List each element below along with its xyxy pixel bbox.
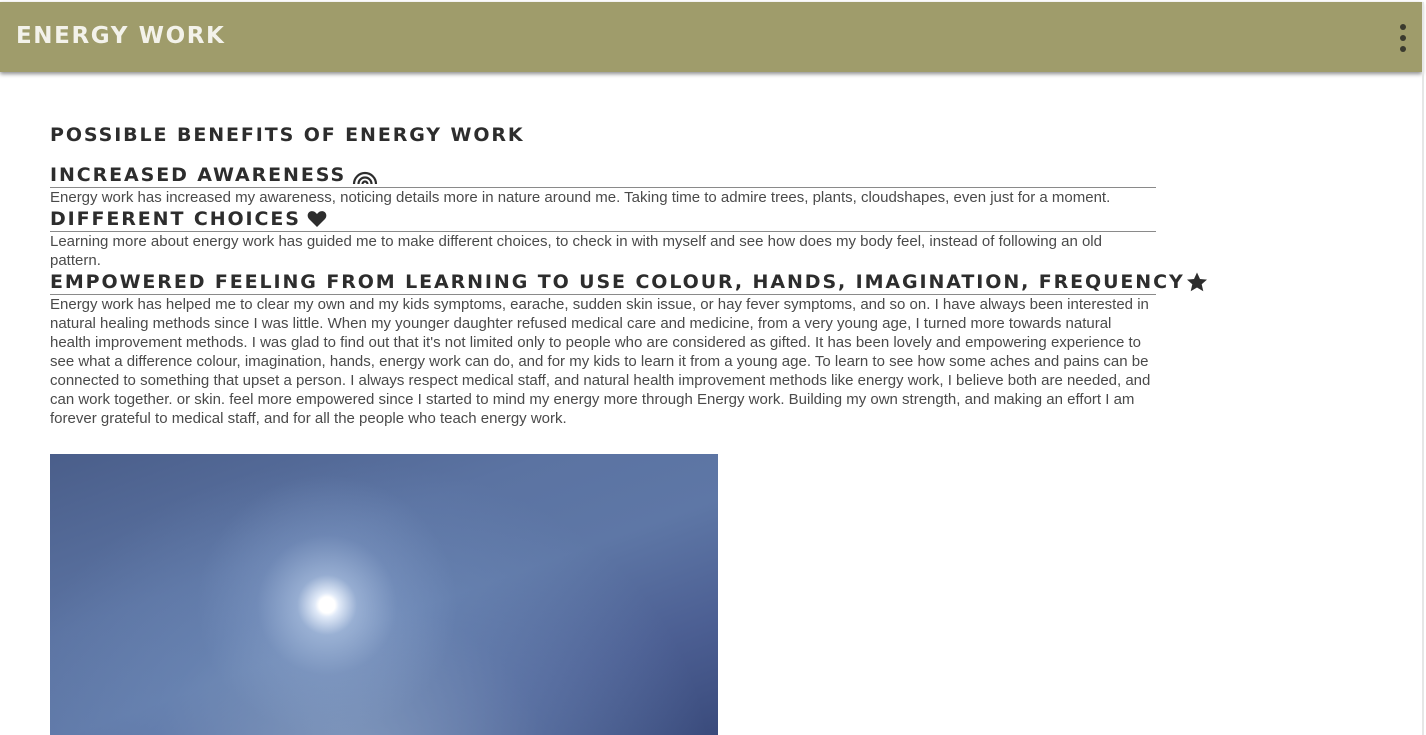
benefit-section: DIFFERENT CHOICES Learning more about en…	[50, 207, 1156, 270]
menu-dot	[1400, 35, 1406, 41]
section-heading: DIFFERENT CHOICES	[50, 207, 1156, 232]
scrollbar-track	[1422, 2, 1424, 735]
menu-dot	[1400, 24, 1406, 30]
section-heading-text: EMPOWERED FEELING FROM LEARNING TO USE C…	[50, 271, 1185, 293]
heart-icon	[307, 211, 327, 227]
section-heading-text: INCREASED AWARENESS	[50, 164, 347, 186]
app-title[interactable]: ENERGY WORK	[16, 23, 225, 49]
main-content: POSSIBLE BENEFITS OF ENERGY WORK INCREAS…	[50, 122, 1207, 428]
more-vert-icon[interactable]	[1394, 24, 1412, 52]
section-heading: INCREASED AWARENESS	[50, 163, 1156, 188]
app-bar: ENERGY WORK	[0, 2, 1422, 72]
section-text: Energy work has increased my awareness, …	[50, 189, 1111, 206]
section-text: Learning more about energy work has guid…	[50, 233, 1102, 269]
benefit-section: INCREASED AWARENESS Energy work has incr…	[50, 163, 1156, 207]
menu-dot	[1400, 46, 1406, 52]
rainbow-icon	[352, 171, 378, 184]
section-heading: EMPOWERED FEELING FROM LEARNING TO USE C…	[50, 270, 1207, 295]
benefit-section: EMPOWERED FEELING FROM LEARNING TO USE C…	[50, 270, 1207, 428]
sky-sun-photo	[50, 454, 718, 735]
section-text: Energy work has helped me to clear my ow…	[50, 296, 1151, 427]
section-heading-text: DIFFERENT CHOICES	[50, 208, 301, 230]
page-heading: POSSIBLE BENEFITS OF ENERGY WORK	[50, 124, 525, 146]
star-icon	[1186, 272, 1207, 292]
